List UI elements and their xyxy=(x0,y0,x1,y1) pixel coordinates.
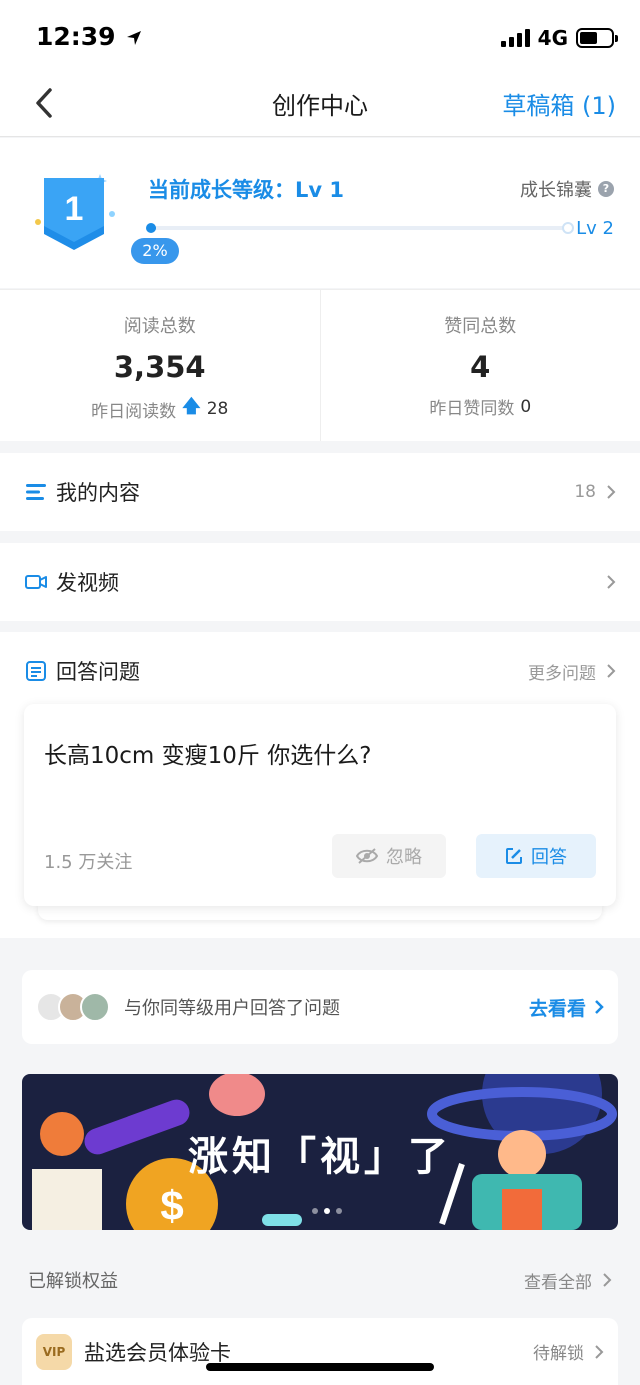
promo-banner[interactable]: $ 涨知「视」了 xyxy=(22,1074,618,1230)
question-title[interactable]: 长高10cm 变瘦10斤 你选什么? xyxy=(44,736,371,770)
network-type: 4G xyxy=(537,26,568,50)
unlocked-rights-header: 已解锁权益 查看全部 xyxy=(0,1250,640,1310)
status-time: 12:39 xyxy=(36,22,142,51)
growth-tips-label: 成长锦囊 xyxy=(520,180,592,201)
chevron-right-icon xyxy=(607,575,616,589)
avatar xyxy=(80,992,110,1022)
vip-trial-card-row[interactable]: VIP 盐选会员体验卡 待解锁 xyxy=(22,1318,618,1385)
post-video-meta xyxy=(606,574,616,590)
answer-button[interactable]: 回答 xyxy=(476,834,596,878)
question-followers: 1.5 万关注 xyxy=(44,852,133,873)
help-icon: ? xyxy=(598,181,614,197)
reads-value: 3,354 xyxy=(113,350,206,384)
chevron-right-icon xyxy=(607,664,616,678)
answer-questions-section: 回答问题 更多问题 长高10cm 变瘦10斤 你选什么? 1.5 万关注 忽略 … xyxy=(0,632,640,938)
home-indicator xyxy=(206,1363,434,1371)
peer-answers-text: 与你同等级用户回答了问题 xyxy=(124,998,340,1019)
ignore-label: 忽略 xyxy=(386,847,422,868)
reads-yesterday-value: 28 xyxy=(206,399,229,419)
my-content-row[interactable]: 我的内容 18 xyxy=(0,453,640,531)
stats-panel: 阅读总数 3,354 昨日阅读数 🡅 28 赞同总数 4 昨日赞同数 0 xyxy=(0,289,640,441)
reads-label: 阅读总数 xyxy=(123,316,196,337)
post-video-row[interactable]: 发视频 xyxy=(0,543,640,621)
my-content-count: 18 xyxy=(574,482,596,502)
time-text: 12:39 xyxy=(36,22,116,51)
growth-tips-link[interactable]: 成长锦囊 ? xyxy=(520,176,614,202)
answer-label: 回答 xyxy=(531,847,567,868)
chevron-right-icon xyxy=(603,1273,612,1287)
likes-value: 4 xyxy=(470,350,491,384)
level-badge-icon: 1 xyxy=(35,174,115,250)
stacked-card-edge xyxy=(38,904,602,920)
go-see-button[interactable]: 去看看 xyxy=(529,994,604,1021)
navigation-bar: 创作中心 草稿箱 (1) xyxy=(0,72,640,137)
chevron-right-icon xyxy=(595,1000,604,1014)
vip-badge-icon: VIP xyxy=(36,1333,72,1370)
up-arrow-icon: 🡅 xyxy=(182,396,201,417)
next-level-label: Lv 2 xyxy=(576,218,614,239)
likes-yesterday: 昨日赞同数 0 xyxy=(321,394,640,420)
go-see-label: 去看看 xyxy=(528,997,586,1020)
vip-status-label: 待解锁 xyxy=(533,1344,584,1364)
more-questions-link[interactable]: 更多问题 xyxy=(528,659,616,684)
answer-questions-header: 回答问题 更多问题 xyxy=(0,632,640,710)
chevron-right-icon xyxy=(607,485,616,499)
my-content-meta: 18 xyxy=(574,482,616,502)
video-camera-icon xyxy=(25,575,47,589)
drafts-button[interactable]: 草稿箱 (1) xyxy=(502,86,616,121)
edit-icon xyxy=(506,848,522,864)
current-level-title: 当前成长等级：Lv 1 xyxy=(148,178,344,202)
growth-level-card: 1 当前成长等级：Lv 1 成长锦囊 ? Lv 2 2% xyxy=(0,138,640,288)
status-bar: 12:39 4G xyxy=(0,0,640,72)
battery-icon xyxy=(576,28,618,48)
question-card[interactable]: 长高10cm 变瘦10斤 你选什么? 1.5 万关注 忽略 回答 xyxy=(24,704,616,906)
vip-trial-card-label: 盐选会员体验卡 xyxy=(84,1340,231,1365)
document-icon xyxy=(26,661,46,681)
svg-text:$: $ xyxy=(160,1182,183,1229)
likes-stat: 赞同总数 4 昨日赞同数 0 xyxy=(319,290,640,441)
banner-headline: 涨知「视」了 xyxy=(188,1134,452,1180)
reads-stat: 阅读总数 3,354 昨日阅读数 🡅 28 xyxy=(0,290,320,441)
progress-percent-bubble: 2% xyxy=(131,238,179,264)
level-badge-number: 1 xyxy=(65,190,84,228)
status-indicators: 4G xyxy=(500,26,618,50)
view-all-link[interactable]: 查看全部 xyxy=(524,1268,612,1293)
view-all-label: 查看全部 xyxy=(524,1272,592,1293)
peer-answers-row[interactable]: 与你同等级用户回答了问题 去看看 xyxy=(22,970,618,1044)
my-content-label: 我的内容 xyxy=(56,481,140,505)
ignore-button[interactable]: 忽略 xyxy=(332,834,446,878)
likes-yesterday-label: 昨日赞同数 xyxy=(429,399,515,419)
likes-yesterday-value: 0 xyxy=(520,396,532,417)
reads-yesterday: 昨日阅读数 🡅 28 xyxy=(0,394,320,424)
more-questions-label: 更多问题 xyxy=(528,663,596,684)
chevron-right-icon xyxy=(595,1344,604,1359)
likes-label: 赞同总数 xyxy=(444,316,517,337)
eye-off-icon xyxy=(356,848,378,864)
signal-icon xyxy=(500,29,530,47)
level-progress-bar xyxy=(148,222,574,234)
post-video-label: 发视频 xyxy=(56,571,119,595)
answer-questions-title: 回答问题 xyxy=(56,660,140,684)
progress-end-dot xyxy=(562,222,574,234)
peer-avatars xyxy=(36,992,110,1022)
banner-pagination xyxy=(312,1208,342,1214)
reads-yesterday-label: 昨日阅读数 xyxy=(91,401,177,422)
progress-start-dot xyxy=(146,223,156,233)
unlocked-rights-title: 已解锁权益 xyxy=(28,1271,118,1292)
location-arrow-icon xyxy=(127,31,142,45)
list-icon xyxy=(26,484,46,500)
vip-status: 待解锁 xyxy=(533,1339,604,1364)
